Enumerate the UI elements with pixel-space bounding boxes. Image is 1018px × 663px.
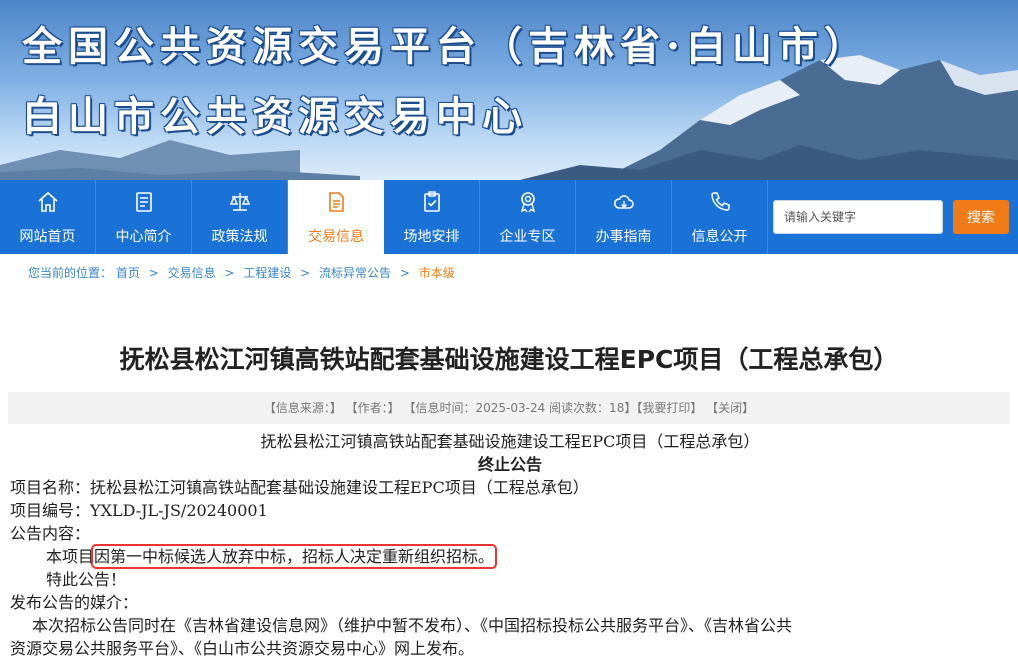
print-link[interactable]: 【我要打印】 xyxy=(636,401,702,415)
content-highlight: 因第一中标候选人放弃中标，招标人决定重新组织招标。 xyxy=(91,544,498,569)
nav-item-disclosure[interactable]: 信息公开 xyxy=(672,180,768,254)
breadcrumb-separator: > xyxy=(399,266,410,280)
breadcrumb-separator: > xyxy=(224,266,235,280)
page-title: 抚松县松江河镇高铁站配套基础设施建设工程EPC项目（工程总承包） xyxy=(119,345,899,374)
content-prefix: 本项目 xyxy=(46,547,95,566)
media-label: 发布公告的媒介： xyxy=(10,593,139,612)
file-list-icon xyxy=(329,192,344,212)
notice-title: 终止公告 xyxy=(477,455,542,474)
banner-title-line1: 全国公共资源交易平台（吉林省·白山市） xyxy=(22,23,870,70)
scales-icon xyxy=(229,193,251,211)
search-button[interactable]: 搜索 xyxy=(953,200,1009,234)
media-line2: 资源交易公共服务平台》、《白山市公共资源交易中心》网上发布。 xyxy=(10,639,475,658)
breadcrumb-link-failed-bid[interactable]: 流标异常公告 xyxy=(319,266,391,280)
nav-item-policy[interactable]: 政策法规 xyxy=(192,180,288,254)
breadcrumb-link-trading[interactable]: 交易信息 xyxy=(168,266,216,280)
nav-label: 政策法规 xyxy=(211,229,268,245)
breadcrumb-link-home[interactable]: 首页 xyxy=(116,266,140,280)
site-banner: 全国公共资源交易平台（吉林省·白山市） 白山市公共资源交易中心 xyxy=(0,0,1018,180)
breadcrumb-prefix: 您当前的位置： xyxy=(28,266,113,280)
nav-item-venue[interactable]: 场地安排 xyxy=(384,180,480,254)
nav-label: 交易信息 xyxy=(308,229,364,245)
meta-time: 【信息时间：2025-03-24 阅读次数：18】 xyxy=(403,401,637,415)
document-icon xyxy=(136,192,152,212)
cloud-icon xyxy=(613,195,634,209)
media-line1: 本次招标公告同时在《吉林省建设信息网》（维护中暂不发布）、《中国招标投标公共服务… xyxy=(32,616,793,635)
breadcrumb-current: 市本级 xyxy=(418,266,455,280)
banner-title-line2: 白山市公共资源交易中心 xyxy=(22,93,528,140)
phone-icon xyxy=(711,192,730,211)
breadcrumb: 您当前的位置： 首页 > 交易信息 > 工程建设 > 流标异常公告 > 市本级 xyxy=(28,264,455,281)
content-label: 公告内容： xyxy=(10,524,91,543)
article-meta-bar: 【信息来源：】 【作者：】 【信息时间：2025-03-24 阅读次数：18】【… xyxy=(8,392,1010,424)
search-input[interactable] xyxy=(773,200,943,234)
breadcrumb-separator: > xyxy=(300,266,311,280)
nav-label: 场地安排 xyxy=(403,229,460,245)
nav-item-about[interactable]: 中心简介 xyxy=(96,180,192,254)
project-name: 项目名称：抚松县松江河镇高铁站配套基础设施建设工程EPC项目（工程总承包） xyxy=(10,478,589,497)
meta-author: 【作者：】 xyxy=(345,401,400,415)
nav-label: 办事指南 xyxy=(595,229,652,245)
award-icon xyxy=(520,192,536,213)
project-code: 项目编号：YXLD-JL-JS/20240001 xyxy=(10,501,268,520)
nav-item-guide[interactable]: 办事指南 xyxy=(576,180,672,254)
nav-label: 企业专区 xyxy=(499,229,556,245)
home-icon xyxy=(38,191,58,212)
nav-label: 网站首页 xyxy=(19,229,76,245)
nav-label: 信息公开 xyxy=(691,229,748,245)
meta-source: 【信息来源：】 xyxy=(263,401,342,415)
nav-label: 中心简介 xyxy=(115,229,172,245)
content-line: 本项目因第一中标候选人放弃中标，招标人决定重新组织招标。 xyxy=(10,543,1010,569)
close-link[interactable]: 【关闭】 xyxy=(706,401,754,415)
special-notice: 特此公告！ xyxy=(46,570,127,589)
nav-item-home[interactable]: 网站首页 xyxy=(0,180,96,254)
nav-item-enterprise[interactable]: 企业专区 xyxy=(480,180,576,254)
breadcrumb-separator: > xyxy=(148,266,159,280)
breadcrumb-link-construction[interactable]: 工程建设 xyxy=(243,266,291,280)
clipboard-check-icon xyxy=(424,191,440,212)
article-header-line: 抚松县松江河镇高铁站配套基础设施建设工程EPC项目（工程总承包） xyxy=(260,432,760,451)
nav-item-trading[interactable]: 交易信息 xyxy=(288,180,384,254)
